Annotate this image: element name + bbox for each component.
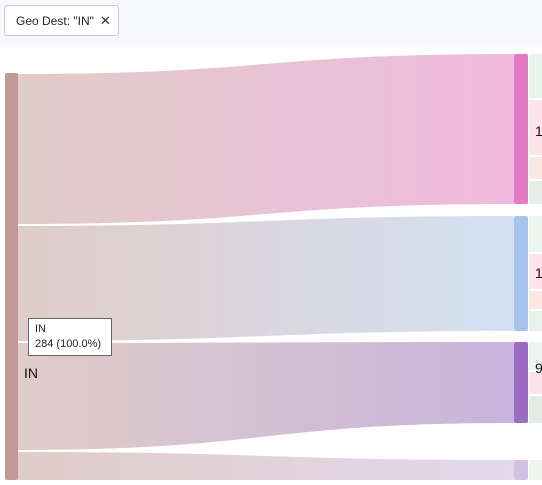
sankey-node-label-target-3: 9 bbox=[535, 360, 542, 376]
sankey-node-target-1[interactable] bbox=[514, 54, 528, 204]
sankey-node-target-3[interactable] bbox=[514, 342, 528, 423]
sankey-node-label-target-1: 1 bbox=[535, 123, 542, 139]
sankey-flow-3[interactable] bbox=[18, 342, 514, 450]
next-level-flow bbox=[529, 291, 542, 309]
next-level-flow bbox=[529, 54, 542, 98]
sankey-svg bbox=[5, 54, 542, 480]
next-level-flow bbox=[529, 181, 542, 204]
sankey-node-in[interactable] bbox=[5, 73, 18, 480]
next-level-flow bbox=[529, 396, 542, 423]
close-icon[interactable]: ✕ bbox=[100, 14, 111, 27]
geo-dest-filter-chip[interactable]: Geo Dest: "IN" ✕ bbox=[4, 5, 119, 36]
tooltip-value: 284 (100.0%) bbox=[35, 338, 102, 350]
sankey-flow-1[interactable] bbox=[18, 54, 514, 224]
sankey-node-label-target-2: 1 bbox=[535, 265, 542, 281]
sankey-node-target-2[interactable] bbox=[514, 216, 528, 331]
sankey-tooltip: IN 284 (100.0%) bbox=[28, 318, 112, 356]
sankey-node-label-in: IN bbox=[24, 365, 38, 381]
sankey-flow-4[interactable] bbox=[18, 452, 514, 480]
sankey-chart: IN 1 1 9 bbox=[0, 46, 542, 480]
tooltip-name: IN bbox=[35, 323, 46, 335]
next-level-flow bbox=[529, 157, 542, 179]
filter-bar: Geo Dest: "IN" ✕ bbox=[0, 0, 542, 46]
next-level-flow bbox=[529, 311, 542, 331]
next-level-flow bbox=[529, 216, 542, 252]
sankey-node-target-4[interactable] bbox=[514, 460, 528, 480]
next-level-flow bbox=[529, 460, 542, 480]
filter-chip-label: Geo Dest: "IN" bbox=[16, 13, 94, 28]
